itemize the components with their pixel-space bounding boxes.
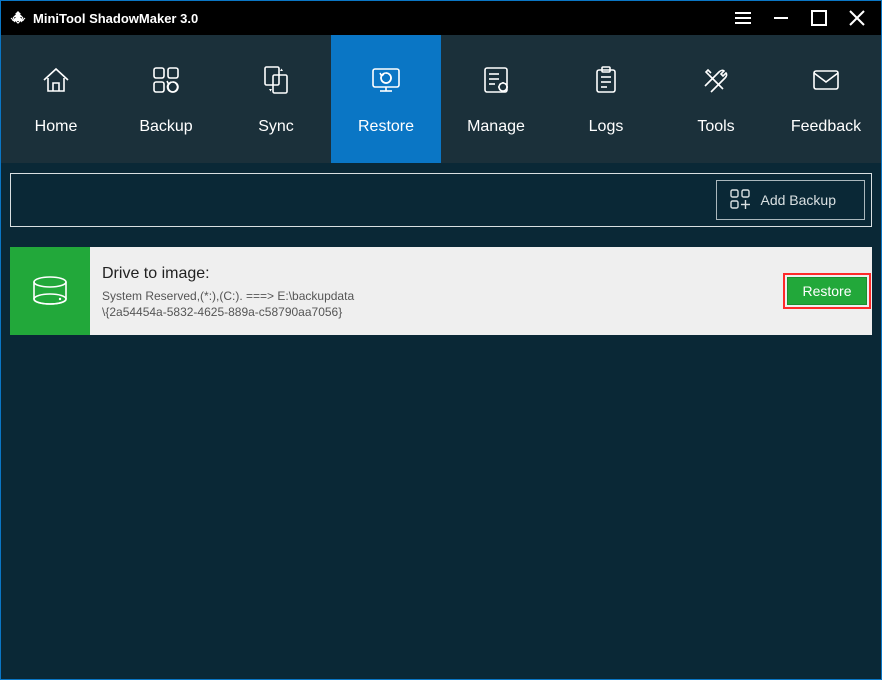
nav-label: Home <box>35 118 78 136</box>
nav-feedback[interactable]: Feedback <box>771 35 881 163</box>
add-backup-button[interactable]: Add Backup <box>716 180 866 220</box>
nav-label: Feedback <box>791 118 861 136</box>
logs-icon <box>589 63 623 102</box>
restore-button-highlight: Restore <box>783 273 870 309</box>
titlebar: MiniTool ShadowMaker 3.0 <box>1 1 881 35</box>
entry-detail: System Reserved,(*:),(C:). ===> E:\backu… <box>102 289 770 320</box>
nav-label: Tools <box>697 118 734 136</box>
add-backup-icon <box>729 188 751 213</box>
title-left: MiniTool ShadowMaker 3.0 <box>9 9 198 27</box>
home-icon <box>39 63 73 102</box>
drive-icon <box>10 247 90 335</box>
nav-sync[interactable]: Sync <box>221 35 331 163</box>
add-backup-label: Add Backup <box>761 192 837 208</box>
tools-icon <box>699 63 733 102</box>
navbar: Home Backup Sync Restore Manage <box>1 35 881 163</box>
nav-logs[interactable]: Logs <box>551 35 661 163</box>
entry-action: Restore <box>782 247 872 335</box>
nav-manage[interactable]: Manage <box>441 35 551 163</box>
nav-restore[interactable]: Restore <box>331 35 441 163</box>
minimize-icon[interactable] <box>771 8 791 28</box>
close-icon[interactable] <box>847 8 867 28</box>
app-logo-icon <box>9 9 27 27</box>
restore-icon <box>369 63 403 102</box>
nav-home[interactable]: Home <box>1 35 111 163</box>
nav-label: Logs <box>589 118 624 136</box>
menu-icon[interactable] <box>733 8 753 28</box>
nav-label: Restore <box>358 118 414 136</box>
sync-icon <box>259 63 293 102</box>
title-controls <box>733 8 881 28</box>
nav-label: Sync <box>258 118 294 136</box>
backup-entry: Drive to image: System Reserved,(*:),(C:… <box>10 247 872 335</box>
nav-label: Backup <box>139 118 192 136</box>
window-title: MiniTool ShadowMaker 3.0 <box>33 11 198 26</box>
feedback-icon <box>809 63 843 102</box>
restore-button[interactable]: Restore <box>787 277 866 305</box>
toolbar: Add Backup <box>10 173 872 227</box>
backup-icon <box>149 63 183 102</box>
nav-label: Manage <box>467 118 525 136</box>
entry-title: Drive to image: <box>102 265 770 283</box>
nav-backup[interactable]: Backup <box>111 35 221 163</box>
app-window: MiniTool ShadowMaker 3.0 Home <box>0 0 882 680</box>
nav-tools[interactable]: Tools <box>661 35 771 163</box>
entry-body: Drive to image: System Reserved,(*:),(C:… <box>90 247 782 335</box>
maximize-icon[interactable] <box>809 8 829 28</box>
manage-icon <box>479 63 513 102</box>
